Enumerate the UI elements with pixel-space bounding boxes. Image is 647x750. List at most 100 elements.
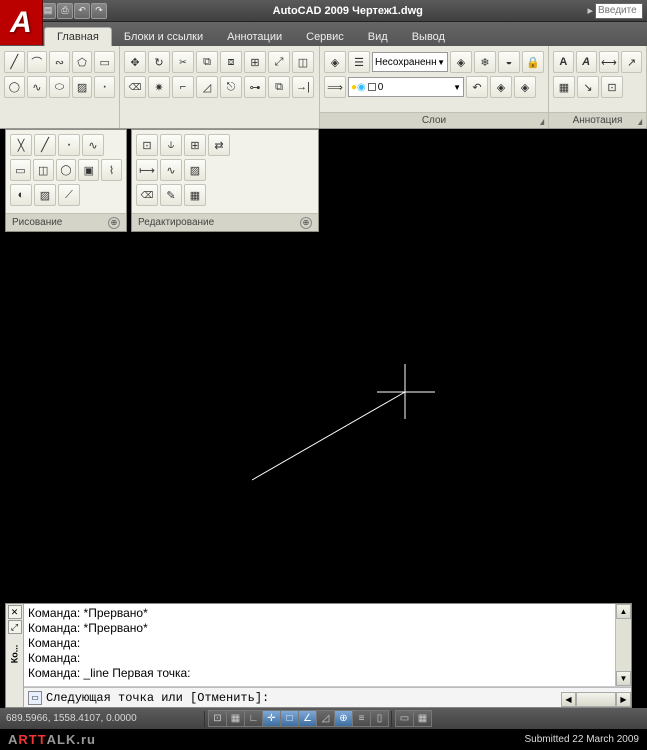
tab-blocks[interactable]: Блоки и ссылки xyxy=(112,28,215,46)
lwt-toggle[interactable]: ≡ xyxy=(352,710,371,727)
app-menu-button[interactable]: A xyxy=(0,0,43,45)
arrayrect-button[interactable] xyxy=(184,134,206,156)
chamfer-button[interactable]: ◿ xyxy=(196,76,218,98)
polygon-button[interactable] xyxy=(72,51,93,73)
explode-button[interactable]: ✷ xyxy=(148,76,170,98)
spline-button[interactable] xyxy=(27,76,48,98)
otrack-toggle[interactable]: ∠ xyxy=(298,710,317,727)
command-history[interactable]: Команда: *Прервано* Команда: *Прервано* … xyxy=(24,604,631,687)
qp-toggle[interactable]: ▯ xyxy=(370,710,389,727)
solid-button[interactable] xyxy=(34,184,56,206)
leader-button[interactable]: ↗ xyxy=(621,51,642,73)
edit-hatch-button[interactable]: ▨ xyxy=(184,159,206,181)
layer-states-button[interactable]: ☰ xyxy=(348,51,370,73)
layer-freeze-button[interactable]: ❄ xyxy=(474,51,496,73)
fillet-button[interactable]: ⌐ xyxy=(172,76,194,98)
table-button[interactable]: ▦ xyxy=(553,76,575,98)
coordinates-readout[interactable]: 689.5966, 1558.4107, 0.0000 xyxy=(6,713,201,724)
hscroll-thumb[interactable] xyxy=(576,692,616,707)
trim-button[interactable] xyxy=(172,51,194,73)
offset-button[interactable] xyxy=(220,51,242,73)
print-icon[interactable]: ⎙ xyxy=(57,3,73,19)
ortho-toggle[interactable] xyxy=(244,710,263,727)
text-button[interactable] xyxy=(553,51,574,73)
pin-icon[interactable]: ⊕ xyxy=(108,217,120,229)
align-button[interactable]: ⫝ xyxy=(160,134,182,156)
helix-button[interactable]: ⌇ xyxy=(101,159,122,181)
xline-button[interactable]: ╳ xyxy=(10,134,32,156)
vscrollbar[interactable]: ▲ ▼ xyxy=(615,604,631,686)
region-button[interactable] xyxy=(10,159,31,181)
gradient-button[interactable]: ◐ xyxy=(10,184,32,206)
move-button[interactable] xyxy=(124,51,146,73)
layer-state-dropdown[interactable]: Несохраненн ▼ xyxy=(372,52,448,72)
edit-pl-button[interactable]: ∿ xyxy=(160,159,182,181)
ray-button[interactable] xyxy=(34,134,56,156)
line-button[interactable] xyxy=(4,51,25,73)
hscrollbar[interactable]: ◀ ▶ xyxy=(561,692,631,707)
lengthen-button[interactable]: ⟼ xyxy=(136,159,158,181)
polar-toggle[interactable] xyxy=(262,710,281,727)
tab-view[interactable]: Вид xyxy=(356,28,400,46)
layer-lock-button[interactable]: 🔒 xyxy=(522,51,544,73)
ellipse-button[interactable] xyxy=(49,76,70,98)
tab-annotations[interactable]: Аннотации xyxy=(215,28,294,46)
ducs-toggle[interactable]: ◿ xyxy=(316,710,335,727)
pedit-button[interactable] xyxy=(136,184,158,206)
join-button[interactable]: ⊶ xyxy=(244,76,266,98)
polyline-button[interactable] xyxy=(49,51,70,73)
close-cmd-icon[interactable]: ✕ xyxy=(8,605,22,619)
revcloud-button[interactable] xyxy=(82,134,104,156)
hatch-button[interactable] xyxy=(72,76,93,98)
mirror-button[interactable] xyxy=(196,51,218,73)
donut-button[interactable] xyxy=(56,159,77,181)
arc-button[interactable] xyxy=(27,51,48,73)
tab-output[interactable]: Вывод xyxy=(400,28,457,46)
copy-button[interactable]: ⧉ xyxy=(268,76,290,98)
expand-arrow-icon[interactable]: ◢ xyxy=(638,117,642,126)
tab-home[interactable]: Главная xyxy=(44,27,112,46)
layout-toggle[interactable]: ▦ xyxy=(413,710,432,727)
wipeout-button[interactable]: ◫ xyxy=(33,159,54,181)
stretch-button[interactable]: ◫ xyxy=(292,51,314,73)
scroll-right-icon[interactable]: ▶ xyxy=(616,692,631,707)
layer-tool2-button[interactable]: ◈ xyxy=(514,76,536,98)
scroll-down-icon[interactable]: ▼ xyxy=(616,671,631,686)
3dpoly-button[interactable]: ⟋ xyxy=(58,184,80,206)
command-input[interactable] xyxy=(46,691,627,705)
overkill-button[interactable]: ▦ xyxy=(184,184,206,206)
extend-button[interactable]: →| xyxy=(292,76,314,98)
break-button[interactable]: ⎋ xyxy=(220,76,242,98)
pin-icon[interactable]: ⊕ xyxy=(300,217,312,229)
layer-props-button[interactable] xyxy=(324,51,346,73)
redo-icon[interactable]: ↷ xyxy=(91,3,107,19)
grid-toggle[interactable] xyxy=(226,710,245,727)
layer-dropdown[interactable]: ●◉0 ▼ xyxy=(348,77,464,97)
scroll-left-icon[interactable]: ◀ xyxy=(561,692,576,707)
scroll-track[interactable] xyxy=(616,619,631,671)
scale-button[interactable] xyxy=(268,51,290,73)
undo-icon[interactable]: ↶ xyxy=(74,3,90,19)
tab-service[interactable]: Сервис xyxy=(294,28,356,46)
expand-arrow-icon[interactable]: ◢ xyxy=(540,117,544,126)
dimension-button[interactable] xyxy=(599,51,620,73)
dyn-toggle[interactable] xyxy=(334,710,353,727)
reverse-button[interactable]: ⇄ xyxy=(208,134,230,156)
splineedit-button[interactable]: ✎ xyxy=(160,184,182,206)
model-toggle[interactable]: ▭ xyxy=(395,710,414,727)
layer-prev-button[interactable]: ↶ xyxy=(466,76,488,98)
setbypoint-button[interactable]: ⊡ xyxy=(136,134,158,156)
boundary-button[interactable]: ▣ xyxy=(78,159,99,181)
scroll-up-icon[interactable]: ▲ xyxy=(616,604,631,619)
mtext-button[interactable] xyxy=(576,51,597,73)
layer-match-button[interactable]: ⟹ xyxy=(324,76,346,98)
layer-iso-button[interactable]: ◈ xyxy=(450,51,472,73)
point-button[interactable] xyxy=(94,76,115,98)
mpoint-button[interactable] xyxy=(58,134,80,156)
mleader-button[interactable]: ↘ xyxy=(577,76,599,98)
circle-button[interactable] xyxy=(4,76,25,98)
rotate-button[interactable] xyxy=(148,51,170,73)
array-button[interactable] xyxy=(244,51,266,73)
dock-cmd-icon[interactable]: ⤢ xyxy=(8,620,22,634)
help-search-input[interactable] xyxy=(595,3,643,19)
